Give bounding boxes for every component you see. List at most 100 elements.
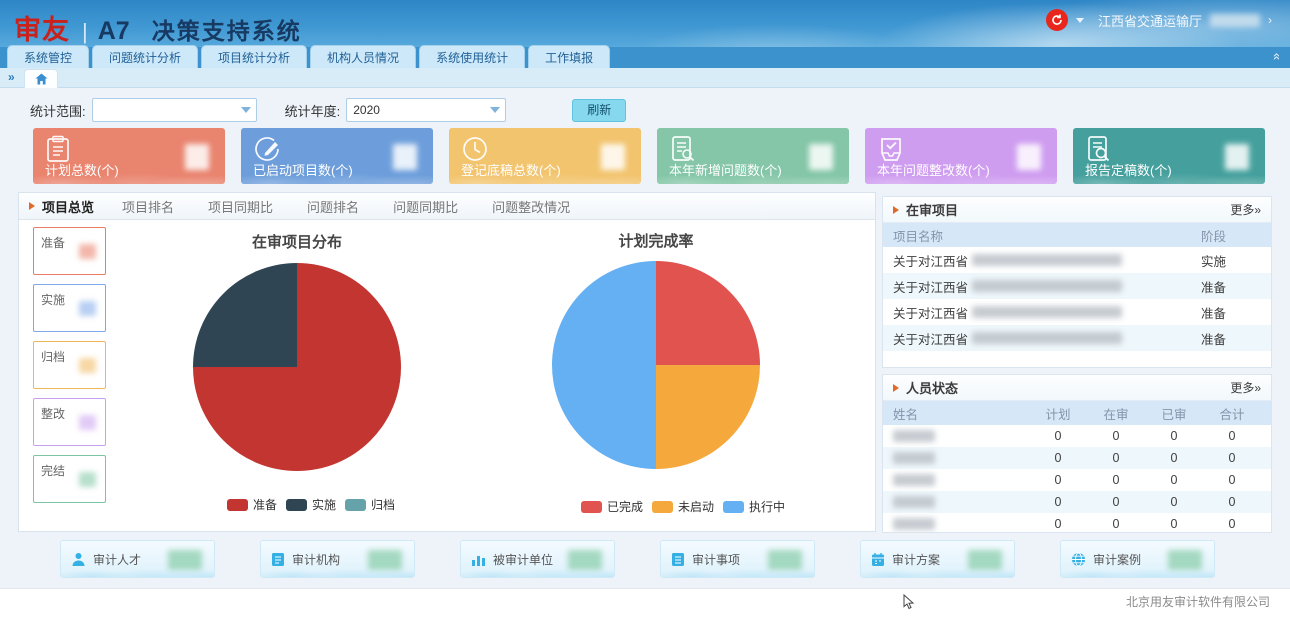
stage-label: 归档 [41,348,65,365]
pie2-legend: 已完成 未启动 执行中 [581,498,785,515]
tab-issue-ranking[interactable]: 问题排名 [307,197,359,216]
stage-box-rectify[interactable]: 整改 [33,398,106,446]
inbox-check-icon [877,135,905,163]
tab-issue-yoy[interactable]: 问题同期比 [393,197,458,216]
home-icon [35,73,48,85]
table-row[interactable]: 0 0 0 0 [883,469,1271,491]
tab-project-overview[interactable]: 项目总览 [42,197,94,216]
tab-home[interactable] [24,69,58,88]
doc-search-icon [669,135,697,163]
chart-title-project-distribution: 在审项目分布 [197,231,397,252]
stage-box-prepare[interactable]: 准备 [33,227,106,275]
projects-table-header: 项目名称 阶段 [883,223,1271,247]
stat-card-label: 登记底稿总数(个) [461,160,561,179]
stage-box-implement[interactable]: 实施 [33,284,106,332]
legend-swatch [652,501,673,513]
mouse-cursor [903,594,915,610]
table-row[interactable]: 0 0 0 0 [883,447,1271,469]
nav-tab-system-usage[interactable]: 系统使用统计 [419,45,525,68]
quick-btn-audit-matters[interactable]: 审计事项 [660,540,815,578]
list-icon [671,552,685,567]
quick-btn-audited-units[interactable]: 被审计单位 [460,540,615,578]
globe-icon [1071,552,1086,567]
redacted-person-name [893,430,935,442]
quick-btn-audit-talent[interactable]: 审计人才 [60,540,215,578]
redacted-person-name [893,518,935,530]
stage-label: 实施 [41,291,65,308]
legend-item-in-progress[interactable]: 执行中 [723,498,785,515]
table-row[interactable]: 关于对江西省 准备 [883,325,1271,351]
stat-card-label: 本年问题整改数(个) [877,160,990,179]
active-tab-bullet-icon [29,202,35,210]
table-row[interactable]: 0 0 0 0 [883,425,1271,447]
redacted-stat-value [185,144,209,170]
tab-issue-rectification[interactable]: 问题整改情况 [492,197,570,216]
stat-card-plan-total[interactable]: 计划总数(个) [33,128,225,184]
stage-box-complete[interactable]: 完结 [33,455,106,503]
tab-project-ranking[interactable]: 项目排名 [122,197,174,216]
stat-card-started-projects[interactable]: 已启动项目数(个) [241,128,433,184]
legend-item-completed[interactable]: 已完成 [581,498,643,515]
redacted-person-name [893,452,935,464]
tab-project-yoy[interactable]: 项目同期比 [208,197,273,216]
quick-btn-audit-cases[interactable]: 审计案例 [1060,540,1215,578]
legend-item-implement[interactable]: 实施 [286,496,336,513]
redacted-stage-count [79,244,96,259]
tabs-overflow-icon[interactable]: » [8,70,15,84]
stat-card-registered-drafts[interactable]: 登记底稿总数(个) [449,128,641,184]
refresh-button[interactable]: 刷新 [572,99,626,122]
redacted-stat-value [393,144,417,170]
redacted-stage-count [79,472,96,487]
year-select[interactable]: 2020 [346,98,506,122]
chevron-right-icon[interactable]: › [1268,13,1272,27]
stat-card-new-issues[interactable]: 本年新增问题数(个) [657,128,849,184]
quick-btn-audit-org[interactable]: 审计机构 [260,540,415,578]
table-row[interactable]: 关于对江西省 准备 [883,299,1271,325]
nav-tab-system-control[interactable]: 系统管控 [7,45,89,68]
table-row[interactable]: 关于对江西省 实施 [883,247,1271,273]
staff-status-panel: 人员状态 更多» 姓名 计划 在审 已审 合计 0 0 0 0 0 0 0 0 … [882,374,1272,533]
stage-box-archive[interactable]: 归档 [33,341,106,389]
stat-card-final-reports[interactable]: 报告定稿数(个) [1073,128,1265,184]
projects-under-review-panel: 在审项目 更多» 项目名称 阶段 关于对江西省 实施 关于对江西省 准备 关于对… [882,196,1272,368]
year-select-value: 2020 [353,103,380,117]
legend-item-not-started[interactable]: 未启动 [652,498,714,515]
staff-table-header: 姓名 计划 在审 已审 合计 [883,401,1271,425]
table-row[interactable]: 0 0 0 0 [883,513,1271,533]
nav-tab-issue-stats[interactable]: 问题统计分析 [92,45,198,68]
chevron-down-icon [241,107,251,113]
overview-panel: 项目总览 项目排名 项目同期比 问题排名 问题同期比 问题整改情况 准备 实施 … [18,192,876,532]
app-header: 审友 | A7 决策支持系统 江西省交通运输厅 › [0,0,1290,47]
redacted-stage-count [79,301,96,316]
nav-tab-project-stats[interactable]: 项目统计分析 [201,45,307,68]
quick-btn-audit-plans[interactable]: 审计方案 [860,540,1015,578]
legend-swatch [345,499,366,511]
app-logo: 审友 | A7 决策支持系统 [14,8,302,47]
panel-bullet-icon [893,384,899,392]
legend-item-prepare[interactable]: 准备 [227,496,277,513]
nav-tab-work-report[interactable]: 工作填报 [528,45,610,68]
redacted-project-name [972,280,1122,292]
legend-item-archive[interactable]: 归档 [345,496,395,513]
nav-tab-org-personnel[interactable]: 机构人员情况 [310,45,416,68]
staff-more-link[interactable]: 更多» [1230,379,1261,396]
stat-cards-row: 计划总数(个) 已启动项目数(个) 登记底稿总数(个) 本年新增问题数(个) [33,128,1265,184]
pie1-legend: 准备 实施 归档 [227,496,395,513]
chevron-down-icon[interactable] [1076,18,1084,23]
notification-icon[interactable] [1046,9,1068,31]
stat-card-rectified-issues[interactable]: 本年问题整改数(个) [865,128,1057,184]
chart-title-plan-completion: 计划完成率 [556,230,756,251]
company-name: 北京用友审计软件有限公司 [1126,593,1270,610]
table-row[interactable]: 0 0 0 0 [883,491,1271,513]
product-name: A7 [98,17,130,46]
scope-select[interactable] [92,98,257,122]
stat-card-label: 已启动项目数(个) [253,160,353,179]
pie-chart-plan-completion[interactable] [552,261,760,469]
projects-more-link[interactable]: 更多» [1230,201,1261,218]
collapse-chevrons-icon[interactable]: » [1268,55,1283,60]
redacted-stat-value [809,144,833,170]
redacted-person-name [893,496,935,508]
pie-chart-project-distribution[interactable] [193,263,401,471]
table-row[interactable]: 关于对江西省 准备 [883,273,1271,299]
stage-label: 完结 [41,462,65,479]
